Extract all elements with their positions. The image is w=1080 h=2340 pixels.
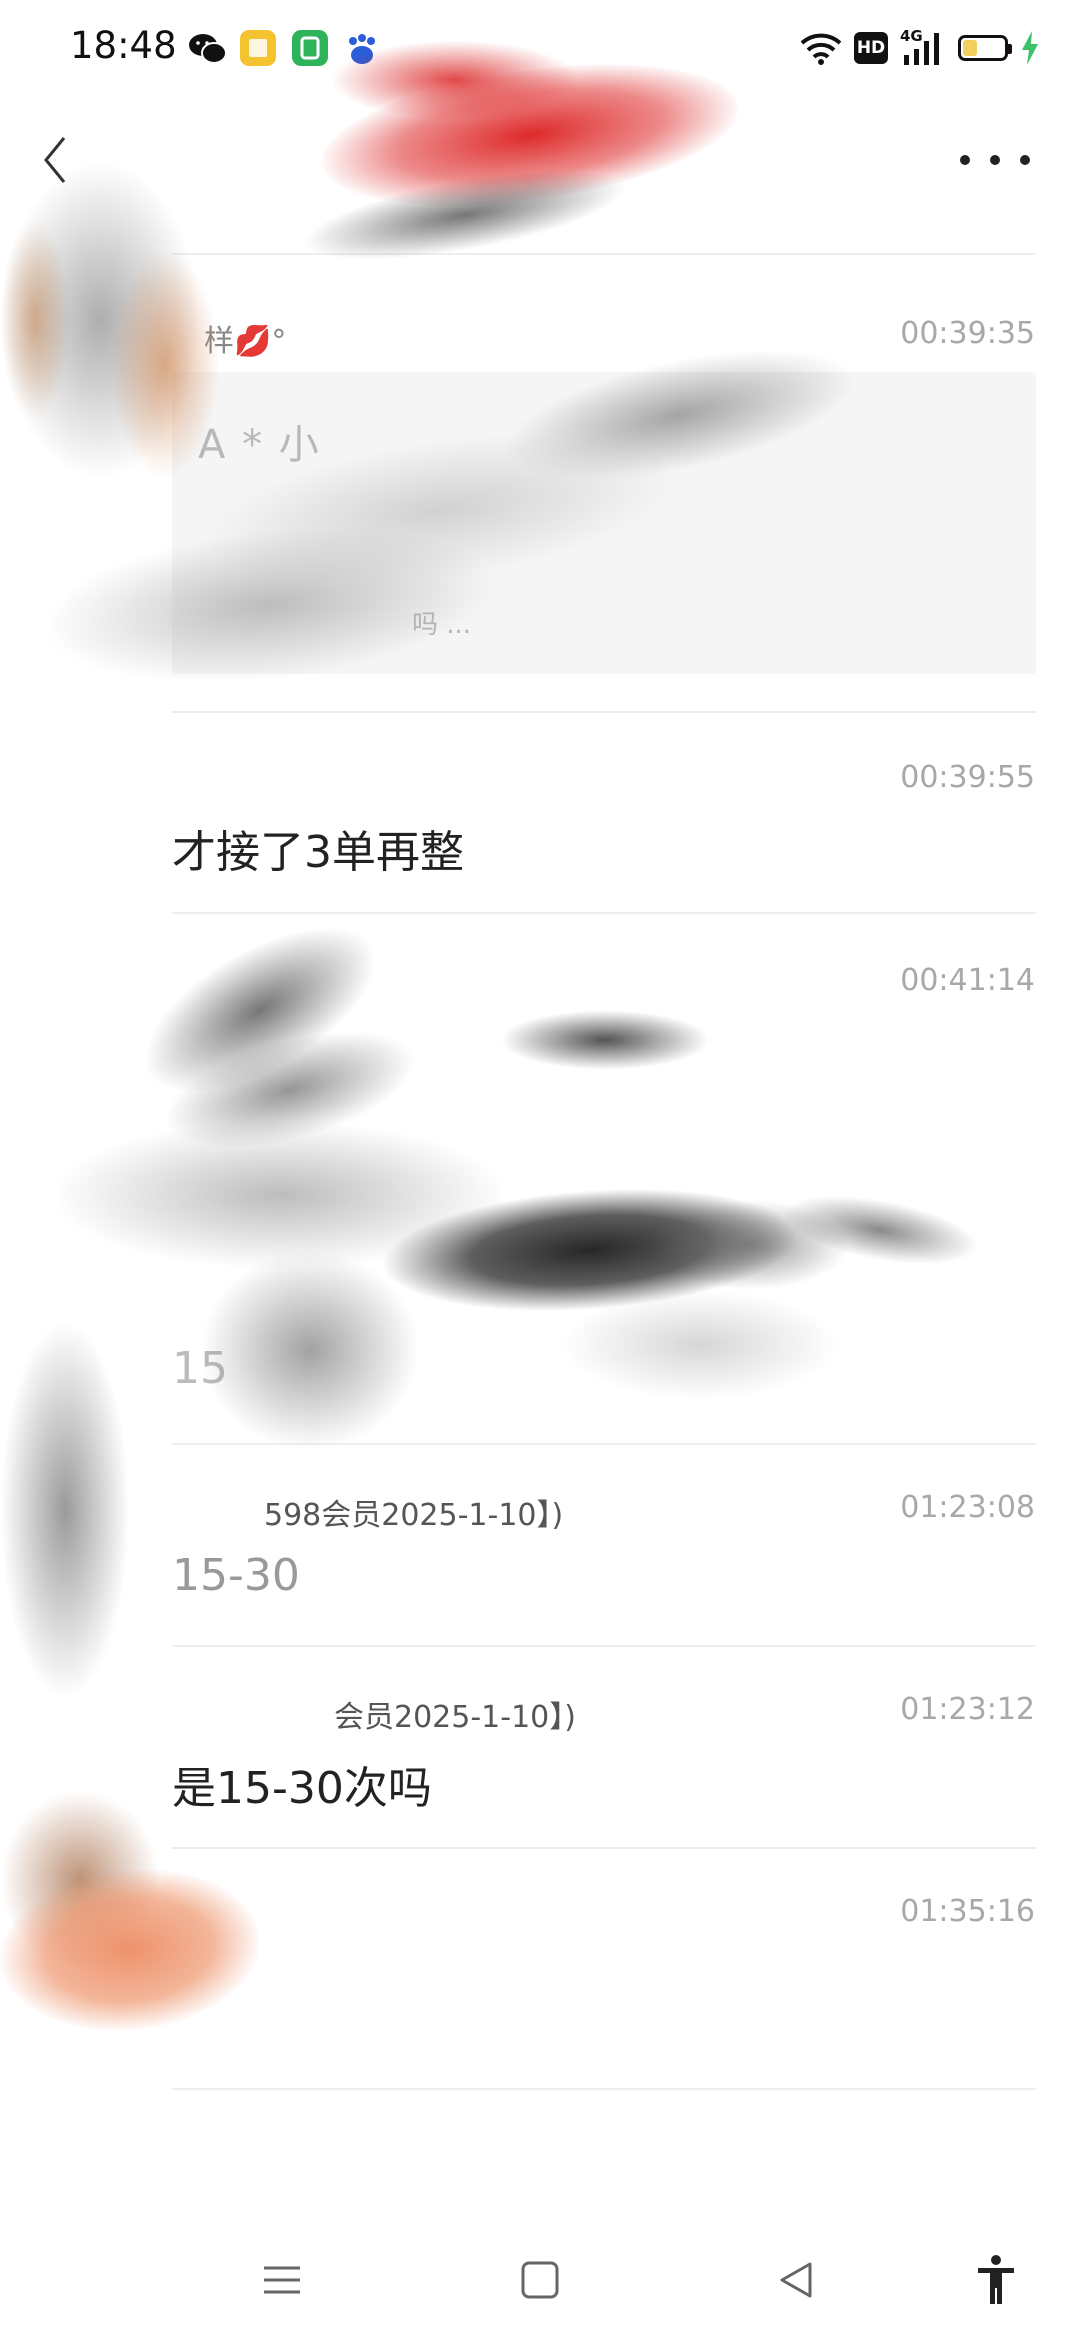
message-text: 15 xyxy=(172,1343,228,1394)
divider xyxy=(172,2088,1036,2090)
quote-title: A * 小 xyxy=(198,422,321,468)
quoted-message[interactable]: A * 小 吗 ... xyxy=(172,372,1036,674)
back-triangle-icon xyxy=(780,2262,812,2298)
status-time: 18:48 xyxy=(70,24,177,67)
message-sender: 598会员2025-1-10】) xyxy=(264,1498,564,1533)
charging-bolt-icon xyxy=(1022,31,1038,65)
message-item[interactable]: 样💋° 00:39:35 A * 小 吗 ... xyxy=(0,254,1080,711)
notes-app-icon xyxy=(240,30,276,66)
more-dots-icon xyxy=(960,155,970,165)
home-button[interactable] xyxy=(510,2250,570,2310)
message-text: 15-30 xyxy=(172,1550,300,1601)
message-time: 00:41:14 xyxy=(900,963,1035,998)
accessibility-icon xyxy=(978,2255,1014,2304)
message-item[interactable]: 01:35:16 xyxy=(0,1848,1080,2088)
wechat-icon xyxy=(188,32,228,66)
message-item[interactable]: 598会员2025-1-10】) 01:23:08 15-30 xyxy=(0,1444,1080,1644)
hd-badge: HD xyxy=(854,32,888,64)
more-options-button[interactable] xyxy=(960,140,1030,180)
menu-button[interactable] xyxy=(252,2250,312,2310)
wifi-icon xyxy=(800,33,842,65)
status-indicators: HD 4G xyxy=(800,24,1040,72)
accessibility-button[interactable] xyxy=(966,2250,1026,2310)
message-item[interactable]: 00:39:55 才接了3单再整 xyxy=(0,712,1080,912)
message-item[interactable]: 会员2025-1-10】) 01:23:12 是15-30次吗 xyxy=(0,1646,1080,1846)
message-sender: 会员2025-1-10】) xyxy=(334,1700,576,1735)
back-button[interactable] xyxy=(34,132,78,188)
taobao-icon xyxy=(292,30,328,66)
chat-header xyxy=(0,110,1080,210)
message-item[interactable]: 00:41:14 15 xyxy=(0,913,1080,1443)
battery-level xyxy=(963,40,977,56)
message-time: 01:35:16 xyxy=(900,1894,1035,1929)
back-nav-button[interactable] xyxy=(766,2250,826,2310)
status-bar: 18:48 HD 4G xyxy=(0,0,1080,96)
chevron-left-icon xyxy=(44,137,66,183)
home-square-icon xyxy=(521,2261,559,2299)
message-text: 才接了3单再整 xyxy=(172,827,464,878)
battery-indicator xyxy=(958,35,1012,61)
system-nav-bar xyxy=(0,2220,1080,2330)
message-time: 01:23:08 xyxy=(900,1490,1035,1525)
baidu-icon xyxy=(344,32,380,66)
message-sender: 样💋° xyxy=(204,324,287,359)
message-time: 00:39:35 xyxy=(900,316,1035,351)
quote-subtitle: 吗 ... xyxy=(412,610,472,640)
message-time: 00:39:55 xyxy=(900,760,1035,795)
message-time: 01:23:12 xyxy=(900,1692,1035,1727)
message-text: 是15-30次吗 xyxy=(172,1763,432,1814)
signal-icon: 4G xyxy=(900,27,946,67)
menu-icon xyxy=(264,2266,300,2294)
